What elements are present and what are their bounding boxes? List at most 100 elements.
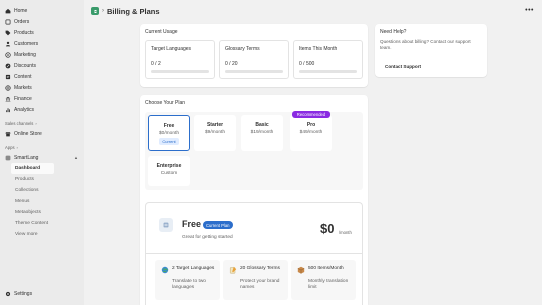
plan-name: Enterprise (156, 163, 182, 169)
apps-label[interactable]: Apps › (0, 143, 84, 152)
sidebar: Home Orders Products Customers Marketing… (0, 0, 84, 305)
plan-price: Custom (160, 171, 178, 176)
chevron-right-icon: › (102, 8, 104, 14)
app-smartlang[interactable]: SmartLang ▲ (0, 152, 84, 163)
app-sub-theme-content[interactable]: Theme Content (0, 218, 84, 229)
nav-label: Markets (14, 84, 32, 91)
app-sub-collections[interactable]: Collections (0, 185, 84, 196)
usage-label: Target Languages (151, 46, 192, 52)
plan-starter[interactable]: Starter $9/month (194, 115, 236, 151)
bank-icon (5, 96, 11, 102)
nav-orders[interactable]: Orders (0, 16, 84, 27)
feature-title: 2 Target Languages (172, 266, 215, 271)
plan-pro[interactable]: Recommended Pro $49/month (290, 111, 332, 151)
tag-icon (5, 30, 11, 36)
plan-name: Pro (306, 122, 316, 128)
recommended-badge: Recommended (292, 111, 330, 118)
person-icon (5, 41, 11, 47)
nav-settings[interactable]: Settings (0, 288, 32, 299)
nav-marketing[interactable]: Marketing (0, 49, 84, 60)
app-sub-menus[interactable]: Menus (0, 196, 84, 207)
need-help-card: Need Help? Questions about billing? Cont… (375, 24, 487, 77)
plan-price: $49/month (299, 130, 323, 135)
plans-grid: Free $0/month Current Starter $9/month B… (145, 111, 363, 190)
usage-label: Items This Month (299, 46, 338, 52)
store-icon (5, 131, 11, 137)
nav-label: Content (14, 73, 32, 80)
feature-glossary: 20 Glossary Terms Protect your brand nam… (223, 260, 288, 300)
app-name: SmartLang (14, 154, 39, 161)
usage-label: Glossary Terms (225, 46, 260, 52)
nav-label: Marketing (14, 51, 36, 58)
app-sub-view-more[interactable]: View more (0, 229, 84, 240)
nav-discounts[interactable]: Discounts (0, 60, 84, 71)
plan-price: $0/month (158, 131, 179, 136)
plan-enterprise[interactable]: Enterprise Custom (148, 156, 190, 186)
box-icon (297, 266, 305, 274)
current-usage-title: Current Usage (145, 29, 178, 35)
nav-online-store[interactable]: Online Store (0, 128, 84, 139)
need-help-title: Need Help? (380, 29, 407, 35)
app-sub-products[interactable]: Products (0, 174, 84, 185)
usage-glossary-terms: Glossary Terms 0 / 20 (219, 40, 289, 79)
nav-home[interactable]: Home (0, 5, 84, 16)
plan-name: Starter (206, 122, 224, 128)
nav-label: Home (14, 7, 28, 14)
nav-label: Online Store (14, 130, 42, 137)
nav-label: Products (14, 29, 34, 36)
app-sub-metaobjects[interactable]: Metaobjects (0, 207, 84, 218)
usage-value: 0 / 20 (225, 61, 238, 67)
target-icon (5, 51, 11, 58)
usage-value: 0 / 500 (299, 61, 315, 67)
globe-icon (161, 266, 169, 274)
gear-icon (5, 291, 11, 297)
current-badge: Current (159, 138, 179, 145)
usage-progress-bar (299, 70, 357, 73)
plan-detail-period: /month (339, 230, 352, 235)
plan-free[interactable]: Free $0/month Current (148, 115, 190, 151)
nav-markets[interactable]: Markets (0, 82, 84, 93)
page-title: Billing & Plans (107, 6, 160, 16)
plan-detail-price: $0 (320, 221, 335, 236)
nav-label: Orders (14, 18, 30, 25)
current-plan-badge: Current Plan (203, 221, 233, 229)
feature-desc: Protect your brand names (240, 279, 280, 290)
nav-finance[interactable]: Finance (0, 93, 84, 104)
sales-channels-label[interactable]: Sales channels › (0, 119, 84, 128)
app-icon (5, 155, 11, 161)
feature-title: 20 Glossary Terms (240, 266, 280, 271)
current-plan-detail: Free Current Plan Great for getting star… (145, 202, 363, 305)
current-usage-card: Current Usage Target Languages 0 / 2 Glo… (140, 24, 368, 87)
app-logo-icon[interactable] (91, 7, 99, 15)
nav-analytics[interactable]: Analytics (0, 104, 84, 115)
usage-progress-bar (151, 70, 209, 73)
plan-detail-name: Free (182, 219, 202, 229)
need-help-text: Questions about billing? Contact our sup… (380, 39, 471, 50)
feature-items: 500 Items/Month Monthly translation limi… (291, 260, 356, 300)
usage-progress-bar (225, 70, 283, 73)
nav-label: Finance (14, 95, 32, 102)
plan-price: $9/month (204, 130, 225, 135)
chevron-right-icon: › (35, 121, 37, 126)
contact-support-button[interactable]: Contact Support (380, 62, 426, 71)
choose-plan-title: Choose Your Plan (145, 100, 186, 106)
app-sub-dashboard[interactable]: Dashboard (11, 163, 54, 174)
plan-detail-tagline: Great for getting started (182, 235, 233, 240)
nav-content[interactable]: Content (0, 71, 84, 82)
caret-up-icon: ▲ (74, 155, 78, 160)
plan-name: Basic (255, 122, 269, 128)
feature-languages: 2 Target Languages Translate to two lang… (155, 260, 220, 300)
nav-customers[interactable]: Customers (0, 38, 84, 49)
feature-desc: Translate to two languages (172, 279, 206, 290)
nav-products[interactable]: Products (0, 27, 84, 38)
plan-basic[interactable]: Basic $19/month (241, 115, 283, 151)
chart-icon (5, 107, 11, 113)
divider (146, 253, 362, 254)
feature-desc: Monthly translation limit (308, 279, 349, 290)
globe-icon (5, 84, 11, 91)
nav-label: Settings (14, 290, 33, 297)
more-actions-button[interactable]: ••• (525, 7, 534, 14)
nav-label: Discounts (14, 62, 36, 69)
plan-name: Free (163, 123, 175, 129)
content-icon (5, 74, 11, 80)
